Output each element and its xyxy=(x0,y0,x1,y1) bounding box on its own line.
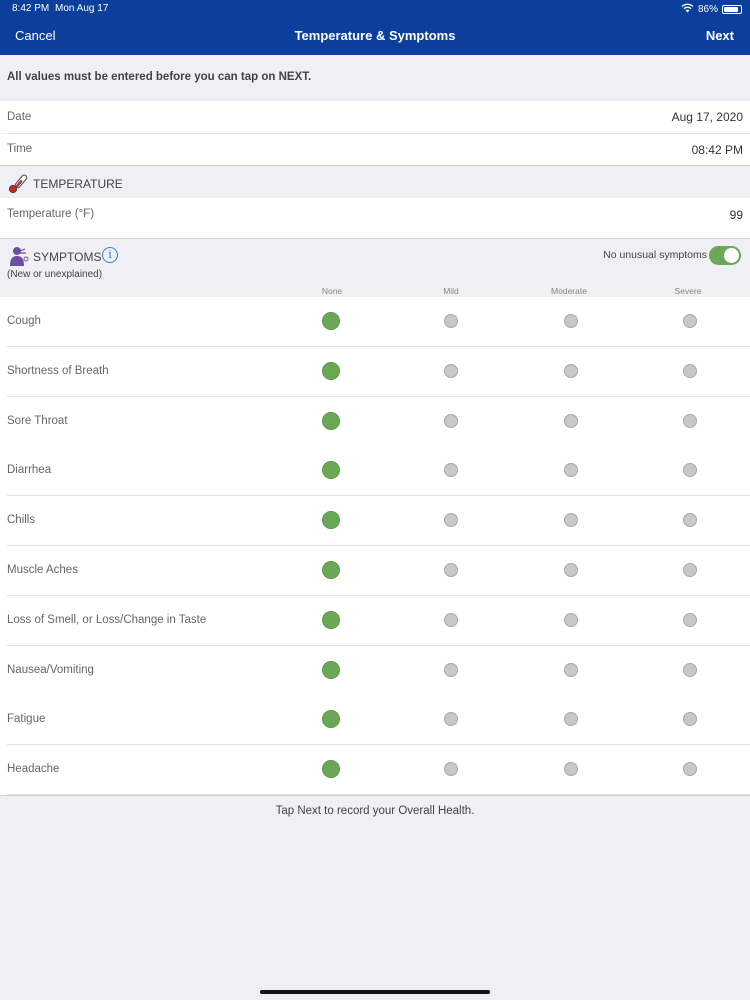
status-time: 8:42 PM xyxy=(12,3,50,14)
symptom-label: Muscle Aches xyxy=(7,564,78,576)
severity-radio-none[interactable] xyxy=(322,361,340,380)
temperature-value[interactable]: 99 xyxy=(730,208,743,222)
severity-radio-severe[interactable] xyxy=(683,513,697,528)
severity-radio-moderate[interactable] xyxy=(564,662,578,677)
temperature-section-title: TEMPERATURE xyxy=(33,177,123,191)
severity-radio-severe[interactable] xyxy=(683,563,697,577)
severity-radio-severe[interactable] xyxy=(683,463,697,478)
date-value[interactable]: Aug 17, 2020 xyxy=(672,110,743,124)
no-unusual-symptoms-toggle[interactable] xyxy=(709,246,741,265)
footer-hint: Tap Next to record your Overall Health. xyxy=(275,805,475,817)
severity-radio-mild[interactable] xyxy=(444,513,458,528)
severity-radio-mild[interactable] xyxy=(444,563,458,577)
severity-radio-none[interactable] xyxy=(322,461,340,480)
severity-radio-severe[interactable] xyxy=(683,762,697,777)
severity-radio-severe[interactable] xyxy=(683,662,697,677)
date-label: Date xyxy=(7,111,32,123)
symptom-label: Chills xyxy=(7,514,36,527)
severity-radio-severe[interactable] xyxy=(683,314,697,328)
severity-radio-mild[interactable] xyxy=(444,612,458,627)
wifi-icon xyxy=(681,3,694,16)
severity-radio-none[interactable] xyxy=(322,610,340,629)
severity-radio-none[interactable] xyxy=(322,411,340,430)
severity-radio-moderate[interactable] xyxy=(564,413,578,428)
symptom-row: Loss of Smell, or Loss/Change in Taste xyxy=(0,595,750,646)
severity-radio-moderate[interactable] xyxy=(564,363,578,378)
severity-radio-moderate[interactable] xyxy=(564,612,578,627)
toggle-knob xyxy=(724,248,739,263)
symptoms-section-title: SYMPTOMS xyxy=(33,250,102,264)
severity-radio-mild[interactable] xyxy=(444,762,458,777)
info-icon[interactable]: i xyxy=(102,247,118,263)
column-header-mild: Mild xyxy=(443,286,459,296)
symptoms-subtitle: (New or unexplained) xyxy=(7,269,103,280)
symptom-row: Nausea/Vomiting xyxy=(0,645,750,696)
severity-radio-moderate[interactable] xyxy=(564,463,578,478)
severity-radio-moderate[interactable] xyxy=(564,513,578,528)
symptom-row: Headache xyxy=(0,745,750,796)
severity-radio-moderate[interactable] xyxy=(564,314,578,328)
severity-radio-none[interactable] xyxy=(322,760,340,779)
severity-radio-none[interactable] xyxy=(322,561,340,579)
severity-radio-severe[interactable] xyxy=(683,413,697,428)
symptom-label: Cough xyxy=(7,315,41,327)
status-indicators: 86% xyxy=(681,3,742,16)
symptom-row: Cough xyxy=(0,297,750,347)
divider xyxy=(0,165,750,166)
no-unusual-symptoms-label: No unusual symptoms xyxy=(603,249,707,261)
time-value[interactable]: 08:42 PM xyxy=(692,143,743,157)
thermometer-icon xyxy=(8,172,30,194)
symptom-label: Fatigue xyxy=(7,713,46,726)
symptom-label: Diarrhea xyxy=(7,464,52,477)
divider xyxy=(0,238,750,239)
time-label: Time xyxy=(7,143,33,155)
severity-radio-severe[interactable] xyxy=(683,712,697,727)
required-notice: All values must be entered before you ca… xyxy=(7,71,312,83)
severity-radio-severe[interactable] xyxy=(683,612,697,627)
column-header-severe: Severe xyxy=(674,286,702,296)
date-row[interactable]: Date Aug 17, 2020 xyxy=(0,101,750,133)
symptom-row: Sore Throat xyxy=(0,396,750,447)
severity-radio-moderate[interactable] xyxy=(564,712,578,727)
home-indicator xyxy=(260,990,490,994)
symptom-row: Fatigue xyxy=(0,695,750,746)
symptom-label: Nausea/Vomiting xyxy=(7,663,94,676)
column-header-moderate: Moderate xyxy=(551,286,587,296)
severity-radio-mild[interactable] xyxy=(444,413,458,428)
symptom-label: Shortness of Breath xyxy=(7,364,109,377)
symptom-label: Loss of Smell, or Loss/Change in Taste xyxy=(7,613,207,626)
severity-radio-none[interactable] xyxy=(322,710,340,729)
severity-radio-mild[interactable] xyxy=(444,712,458,727)
divider xyxy=(0,795,750,796)
symptom-row: Shortness of Breath xyxy=(0,346,750,397)
symptom-label: Sore Throat xyxy=(7,414,68,427)
symptom-row: Muscle Aches xyxy=(0,546,750,596)
battery-percent: 86% xyxy=(697,4,718,15)
severity-radio-mild[interactable] xyxy=(444,314,458,328)
severity-radio-severe[interactable] xyxy=(683,363,697,378)
severity-radio-none[interactable] xyxy=(322,511,340,530)
symptom-row: Diarrhea xyxy=(0,446,750,497)
severity-radio-none[interactable] xyxy=(322,312,340,330)
severity-radio-mild[interactable] xyxy=(444,463,458,478)
column-header-none: None xyxy=(321,286,343,296)
time-row[interactable]: Time 08:42 PM xyxy=(0,134,750,165)
symptom-row: Chills xyxy=(0,496,750,547)
navigation-bar: 8:42 PM Mon Aug 17 86% Cancel Temperatur… xyxy=(0,0,750,55)
next-button[interactable]: Next xyxy=(706,28,734,43)
temperature-row[interactable]: Temperature (°F) 99 xyxy=(0,198,750,238)
severity-radio-moderate[interactable] xyxy=(564,563,578,577)
sick-person-icon xyxy=(8,245,30,267)
severity-radio-none[interactable] xyxy=(322,660,340,679)
severity-radio-moderate[interactable] xyxy=(564,762,578,777)
temperature-label: Temperature (°F) xyxy=(7,208,95,220)
severity-radio-mild[interactable] xyxy=(444,662,458,677)
page-title: Temperature & Symptoms xyxy=(294,28,456,43)
battery-icon xyxy=(722,5,742,14)
status-date: Mon Aug 17 xyxy=(55,3,109,14)
symptom-label: Headache xyxy=(7,763,60,776)
severity-radio-mild[interactable] xyxy=(444,363,458,378)
